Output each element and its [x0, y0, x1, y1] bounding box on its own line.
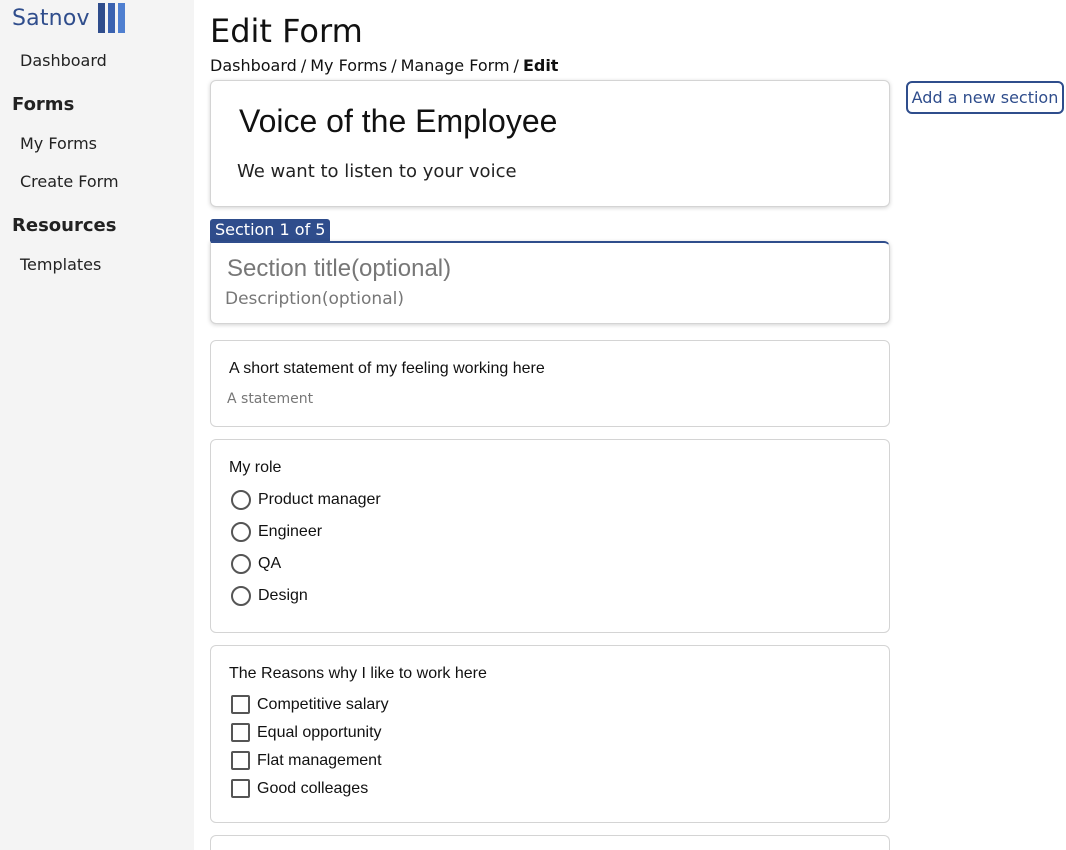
- radio-icon[interactable]: [231, 554, 251, 574]
- breadcrumb-separator: /: [300, 56, 307, 75]
- breadcrumb: Dashboard / My Forms / Manage Form / Edit: [210, 56, 558, 75]
- brand[interactable]: Satnov: [12, 2, 125, 34]
- checkbox-icon[interactable]: [231, 723, 250, 742]
- question-label: My role: [229, 459, 282, 476]
- radio-icon[interactable]: [231, 522, 251, 542]
- checkbox-option[interactable]: Competitive salary: [231, 695, 389, 714]
- radio-option[interactable]: QA: [231, 554, 281, 574]
- sidebar-item-create-form[interactable]: Create Form: [20, 172, 119, 191]
- radio-option[interactable]: Product manager: [231, 490, 381, 510]
- page-title: Edit Form: [210, 12, 363, 50]
- radio-option[interactable]: Engineer: [231, 522, 322, 542]
- sidebar-item-dashboard[interactable]: Dashboard: [20, 51, 107, 70]
- sidebar-heading-resources: Resources: [12, 215, 117, 236]
- question-card-next[interactable]: [210, 835, 890, 850]
- form-header-card: Voice of the Employee We want to listen …: [210, 80, 890, 207]
- question-card-statement[interactable]: A short statement of my feeling working …: [210, 340, 890, 427]
- breadcrumb-separator: /: [513, 56, 519, 75]
- option-label: Competitive salary: [257, 695, 389, 713]
- option-label: Design: [258, 587, 308, 604]
- checkbox-icon[interactable]: [231, 751, 250, 770]
- question-label: The Reasons why I like to work here: [229, 665, 487, 682]
- add-section-button[interactable]: Add a new section: [906, 81, 1064, 114]
- section-description-input[interactable]: [225, 289, 865, 309]
- section-title-input[interactable]: [227, 255, 867, 283]
- answer-placeholder: A statement: [227, 391, 314, 407]
- brand-name: Satnov: [12, 5, 90, 31]
- brand-logo-icon: [97, 3, 125, 33]
- checkbox-icon[interactable]: [231, 779, 250, 798]
- section-card: [210, 241, 890, 324]
- checkbox-icon[interactable]: [231, 695, 250, 714]
- breadcrumb-current: Edit: [522, 56, 559, 75]
- option-label: Engineer: [258, 523, 323, 540]
- checkbox-option[interactable]: Flat management: [231, 751, 382, 770]
- radio-option[interactable]: Design: [231, 586, 308, 606]
- breadcrumb-my-forms[interactable]: My Forms: [310, 56, 387, 75]
- radio-icon[interactable]: [231, 490, 251, 510]
- sidebar: Satnov Dashboard Forms My Forms Create F…: [0, 0, 194, 850]
- option-label: Good colleages: [257, 779, 369, 797]
- radio-icon[interactable]: [231, 586, 251, 606]
- breadcrumb-separator: /: [391, 56, 397, 75]
- option-label: Flat management: [257, 751, 382, 769]
- checkbox-option[interactable]: Good colleages: [231, 779, 368, 798]
- question-card-reasons[interactable]: The Reasons why I like to work here Comp…: [210, 645, 890, 823]
- question-card-role[interactable]: My role Product manager Engineer QA Desi…: [210, 439, 890, 633]
- breadcrumb-dashboard[interactable]: Dashboard: [210, 56, 297, 75]
- option-label: Product manager: [258, 491, 381, 508]
- form-title[interactable]: Voice of the Employee: [239, 103, 557, 140]
- checkbox-option[interactable]: Equal opportunity: [231, 723, 382, 742]
- form-description[interactable]: We want to listen to your voice: [237, 161, 517, 182]
- breadcrumb-manage-form[interactable]: Manage Form: [401, 56, 510, 75]
- option-label: QA: [258, 555, 282, 572]
- question-label: A short statement of my feeling working …: [229, 360, 545, 377]
- option-label: Equal opportunity: [257, 723, 382, 741]
- section-tab: Section 1 of 5: [210, 219, 331, 241]
- sidebar-heading-forms: Forms: [12, 94, 75, 115]
- sidebar-item-my-forms[interactable]: My Forms: [20, 134, 97, 153]
- sidebar-item-templates[interactable]: Templates: [20, 255, 101, 274]
